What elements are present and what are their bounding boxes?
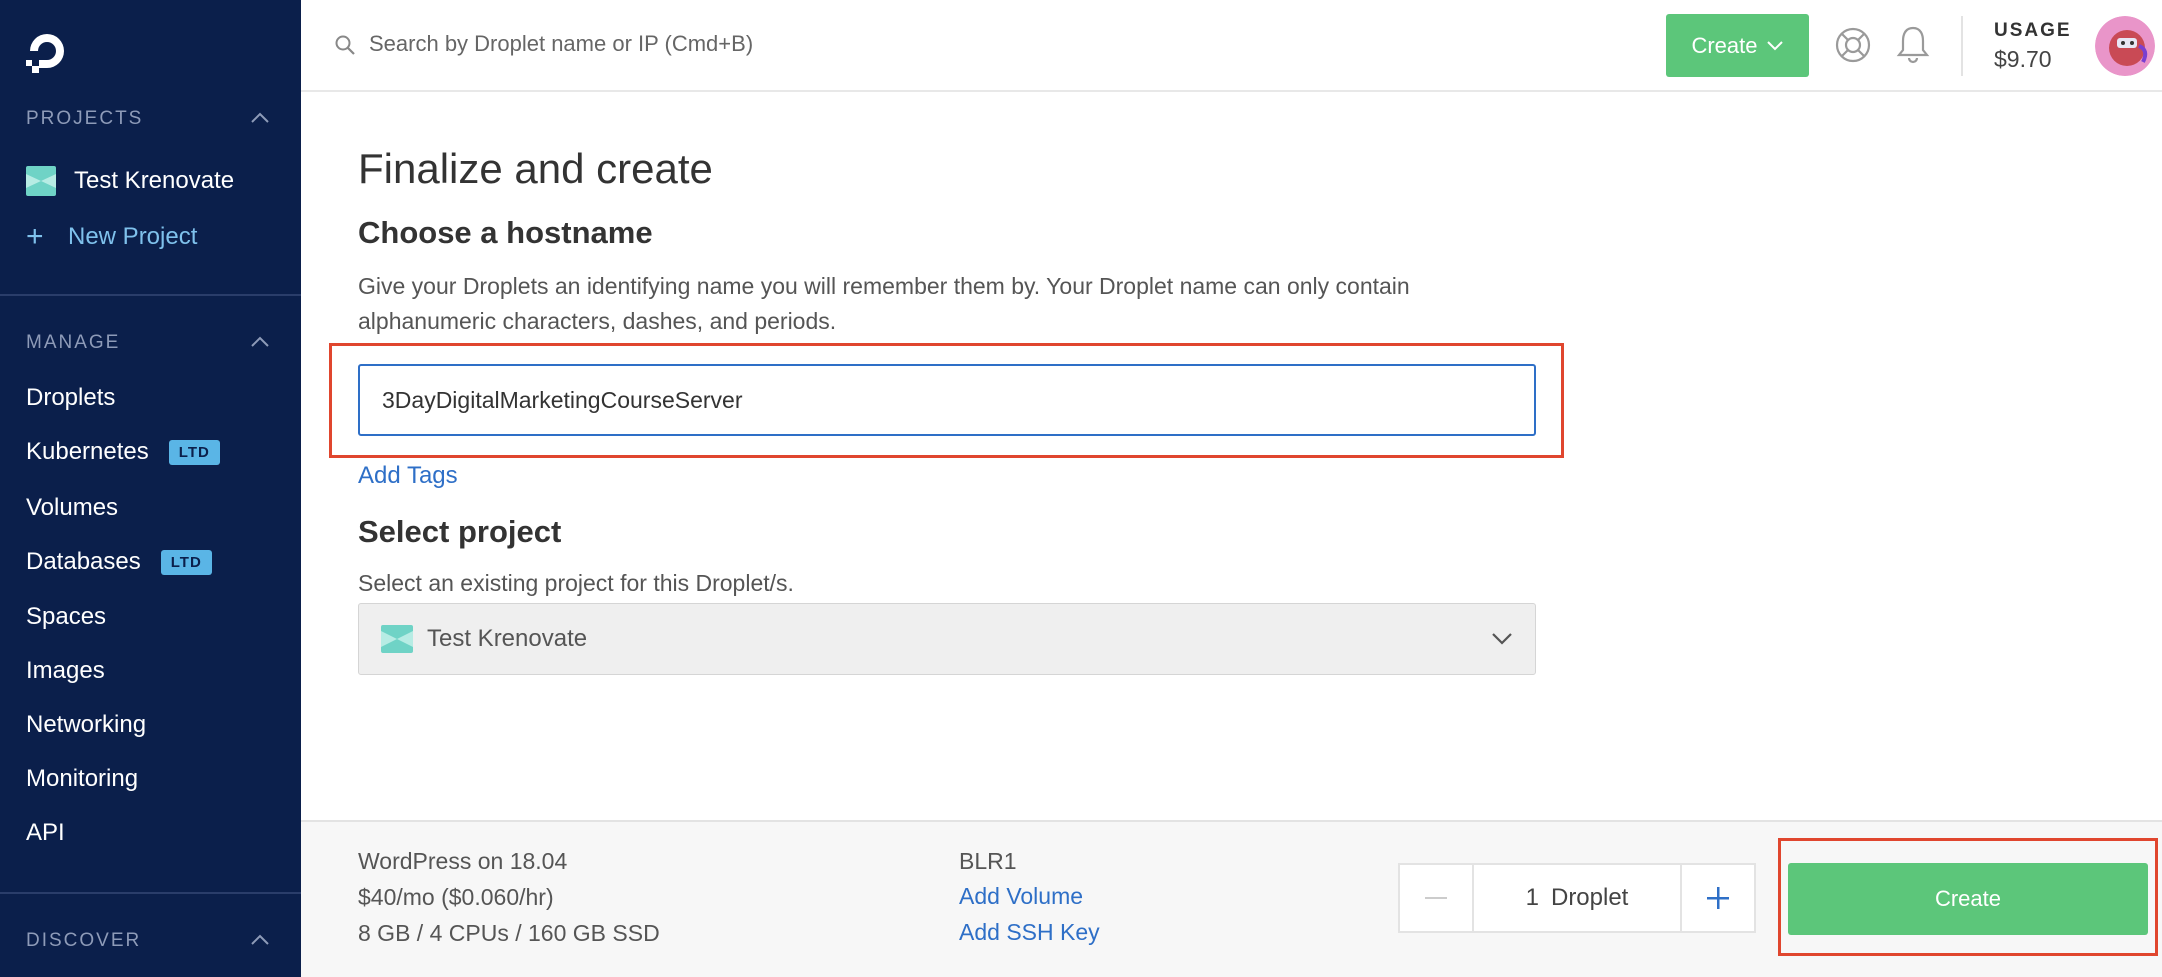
sidebar-item-monitoring[interactable]: Monitoring xyxy=(26,765,138,793)
sidebar-item-volumes[interactable]: Volumes xyxy=(26,494,118,522)
sidebar-item-networking[interactable]: Networking xyxy=(26,711,146,739)
sidebar-item-droplets[interactable]: Droplets xyxy=(26,384,115,412)
usage-label: USAGE xyxy=(1994,20,2072,41)
droplet-count: 1 xyxy=(1525,884,1539,911)
sidebar-project-label: Test Krenovate xyxy=(74,167,235,194)
add-ssh-key-link[interactable]: Add SSH Key xyxy=(959,919,1100,946)
summary-region: BLR1 xyxy=(959,848,1017,874)
page-title: Finalize and create xyxy=(358,145,713,192)
help-lifebuoy-icon[interactable] xyxy=(1834,26,1872,64)
project-icon xyxy=(381,625,413,653)
project-icon xyxy=(26,166,56,196)
discover-heading: DISCOVER xyxy=(26,930,142,951)
collapse-projects-chevron-up-icon[interactable] xyxy=(250,112,270,124)
new-project-label: New Project xyxy=(68,223,198,250)
sidebar-item-images[interactable]: Images xyxy=(26,657,105,685)
sidebar: PROJECTS Test Krenovate + New Project MA… xyxy=(0,0,301,977)
search-icon xyxy=(335,35,355,55)
sidebar-item-label: Kubernetes xyxy=(26,438,149,465)
droplet-count-display: 1 Droplet xyxy=(1474,865,1680,931)
sidebar-item-kubernetes[interactable]: Kubernetes LTD xyxy=(26,438,220,466)
increment-button[interactable] xyxy=(1680,865,1754,931)
summary-specs: 8 GB / 4 CPUs / 160 GB SSD xyxy=(358,920,660,946)
project-heading: Select project xyxy=(358,514,562,549)
summary-price: $40/mo ($0.060/hr) xyxy=(358,884,554,910)
search-input[interactable] xyxy=(369,26,969,62)
sidebar-item-spaces[interactable]: Spaces xyxy=(26,603,106,631)
usage-value[interactable]: $9.70 xyxy=(1994,46,2052,73)
user-avatar[interactable] xyxy=(2095,16,2155,76)
sidebar-item-label: Images xyxy=(26,657,105,684)
sidebar-project-test-krenovate[interactable]: Test Krenovate xyxy=(26,164,234,198)
chevron-down-icon xyxy=(1766,40,1783,50)
sidebar-item-label: Networking xyxy=(26,711,147,738)
sidebar-divider xyxy=(0,892,301,894)
droplet-quantity-stepper: 1 Droplet xyxy=(1398,863,1756,933)
collapse-discover-chevron-up-icon[interactable] xyxy=(250,934,270,946)
sidebar-item-api[interactable]: API xyxy=(26,819,65,847)
collapse-manage-chevron-up-icon[interactable] xyxy=(250,336,270,348)
sidebar-item-label: API xyxy=(26,819,65,846)
plus-icon xyxy=(1707,887,1729,909)
ltd-badge: LTD xyxy=(160,549,212,575)
add-tags-link[interactable]: Add Tags xyxy=(358,462,458,490)
sidebar-item-label: Droplets xyxy=(26,384,116,411)
top-create-label: Create xyxy=(1691,32,1758,58)
add-volume-link[interactable]: Add Volume xyxy=(959,883,1083,910)
hostname-heading: Choose a hostname xyxy=(358,215,653,250)
summary-image: WordPress on 18.04 xyxy=(358,848,568,874)
ltd-badge: LTD xyxy=(168,439,220,465)
hostname-description: Give your Droplets an identifying name y… xyxy=(358,273,1410,334)
topbar-separator xyxy=(1961,16,1963,76)
plus-icon: + xyxy=(26,220,44,253)
sidebar-divider xyxy=(0,294,301,296)
sidebar-item-label: Volumes xyxy=(26,494,119,521)
project-select[interactable]: Test Krenovate xyxy=(358,603,1536,675)
project-description: Select an existing project for this Drop… xyxy=(358,570,794,596)
notifications-bell-icon[interactable] xyxy=(1894,24,1932,64)
new-project-link[interactable]: + New Project xyxy=(26,220,197,254)
digitalocean-logo-icon[interactable] xyxy=(24,28,70,74)
sidebar-item-label: Spaces xyxy=(26,603,107,630)
hostname-input[interactable] xyxy=(358,364,1536,436)
minus-icon xyxy=(1425,897,1447,899)
droplet-count-unit: Droplet xyxy=(1550,884,1629,911)
sidebar-item-databases[interactable]: Databases LTD xyxy=(26,548,212,576)
sidebar-item-label: Monitoring xyxy=(26,765,139,792)
decrement-button[interactable] xyxy=(1400,865,1474,931)
create-droplet-button[interactable]: Create xyxy=(1788,863,2148,935)
manage-heading: MANAGE xyxy=(26,332,121,353)
projects-heading: PROJECTS xyxy=(26,108,144,129)
top-create-button[interactable]: Create xyxy=(1666,14,1809,77)
chevron-down-icon xyxy=(1492,633,1512,645)
sidebar-item-label: Databases xyxy=(26,548,141,575)
project-select-value: Test Krenovate xyxy=(427,625,588,652)
